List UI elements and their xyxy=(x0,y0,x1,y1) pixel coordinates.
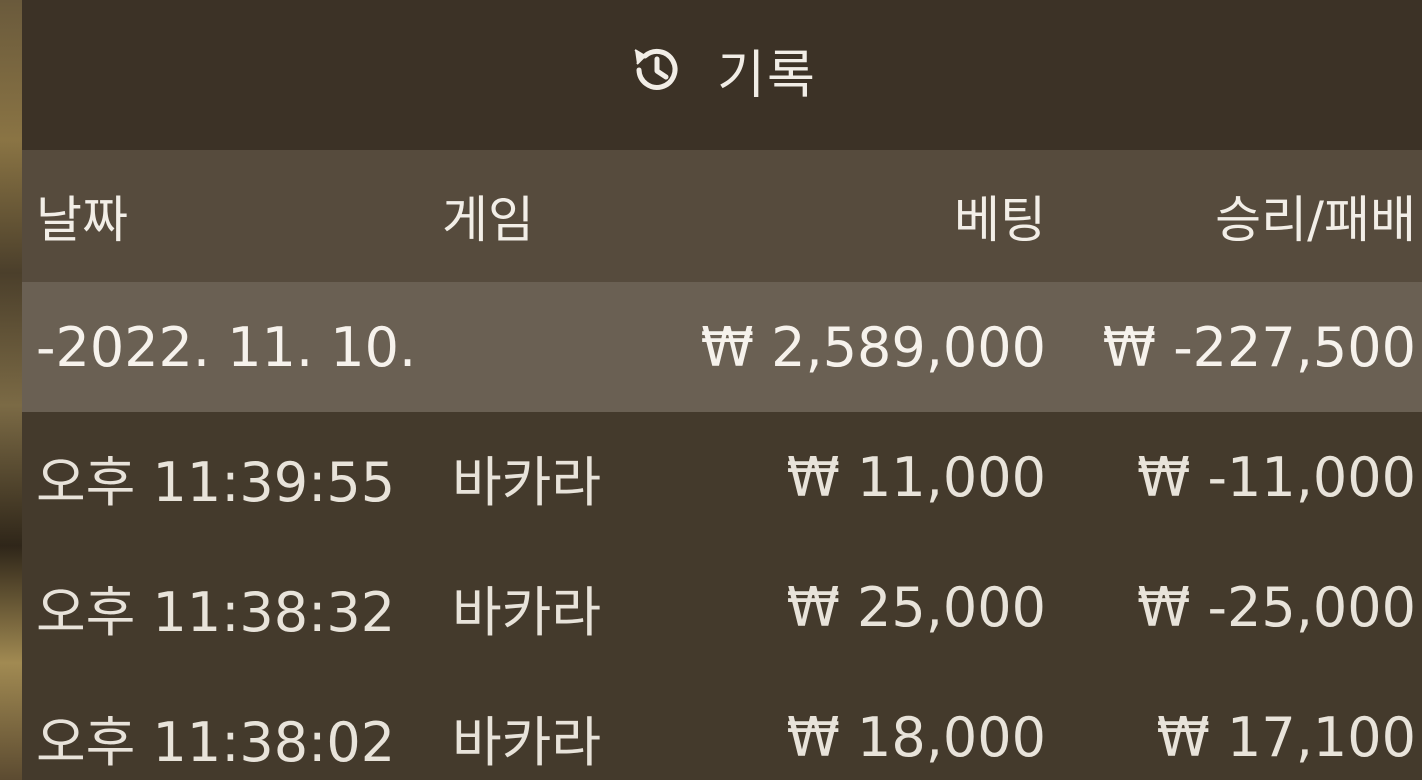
history-header: 기록 xyxy=(22,0,1422,150)
row-result: ₩ -25,000 xyxy=(1137,575,1416,639)
date-group-bet-total: ₩ 2,589,000 xyxy=(700,315,1046,379)
row-time: 오후 11:39:55 xyxy=(36,450,396,514)
row-game: 바카라 xyxy=(452,710,602,774)
date-group-label: -2022. 11. 10. xyxy=(36,315,417,379)
column-header-date: 날짜 xyxy=(36,191,128,249)
table-header: 날짜 게임 베팅 승리/패배 xyxy=(22,150,1422,282)
column-header-game: 게임 xyxy=(442,191,534,249)
row-result: ₩ -11,000 xyxy=(1137,445,1416,509)
row-result: ₩ 17,100 xyxy=(1156,705,1416,769)
table-row[interactable]: 오후 11:38:32 바카라 ₩ 25,000 ₩ -25,000 xyxy=(22,542,1422,672)
background-edge xyxy=(0,0,22,780)
row-time: 오후 11:38:02 xyxy=(36,710,396,774)
row-time: 오후 11:38:32 xyxy=(36,580,396,644)
table-row[interactable]: 오후 11:39:55 바카라 ₩ 11,000 ₩ -11,000 xyxy=(22,412,1422,542)
date-group-row[interactable]: -2022. 11. 10. ₩ 2,589,000 ₩ -227,500 xyxy=(22,282,1422,412)
history-icon xyxy=(627,40,687,100)
date-group-result-total: ₩ -227,500 xyxy=(1102,315,1416,379)
row-bet: ₩ 11,000 xyxy=(786,445,1046,509)
column-header-bet: 베팅 xyxy=(954,191,1046,249)
row-bet: ₩ 18,000 xyxy=(786,705,1046,769)
row-game: 바카라 xyxy=(452,450,602,514)
page-title: 기록 xyxy=(717,45,817,106)
history-panel: 기록 날짜 게임 베팅 승리/패배 -2022. 11. 10. ₩ 2,589… xyxy=(22,0,1422,780)
column-header-result: 승리/패배 xyxy=(1215,191,1416,249)
row-bet: ₩ 25,000 xyxy=(786,575,1046,639)
table-row[interactable]: 오후 11:38:02 바카라 ₩ 18,000 ₩ 17,100 xyxy=(22,672,1422,780)
header-title-group: 기록 xyxy=(627,33,817,108)
row-game: 바카라 xyxy=(452,580,602,644)
